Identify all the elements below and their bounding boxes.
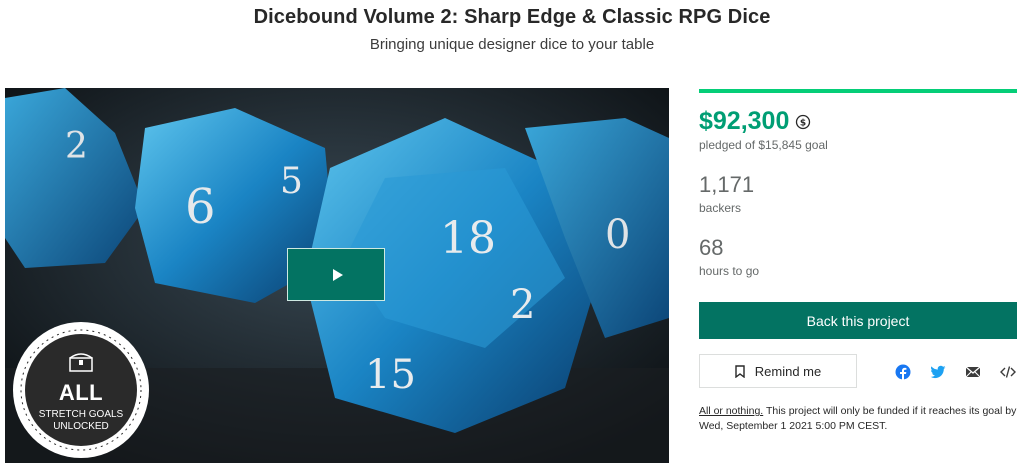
badge-line-2: STRETCH GOALS <box>38 409 124 420</box>
embed-icon[interactable] <box>1000 364 1016 380</box>
svg-text:18: 18 <box>440 213 496 264</box>
svg-text:5: 5 <box>280 161 303 202</box>
remind-me-label: Remind me <box>754 363 822 379</box>
twitter-icon[interactable] <box>930 364 946 380</box>
hours-label: hours to go <box>699 264 760 278</box>
goal-text: pledged of $15,845 goal <box>699 138 828 152</box>
badge-line-3: UNLOCKED <box>53 421 109 432</box>
hours-count: 68 <box>699 235 724 260</box>
pledged-amount: $92,300 $ <box>699 107 811 136</box>
remind-me-button[interactable]: Remind me <box>699 354 857 388</box>
currency-convert-icon[interactable]: $ <box>795 114 811 130</box>
svg-text:2: 2 <box>65 126 88 167</box>
funding-notice: All or nothing. This project will only b… <box>699 404 1019 434</box>
play-icon <box>332 268 343 281</box>
svg-text:$: $ <box>800 118 806 128</box>
pledged-value: $92,300 <box>699 107 790 135</box>
play-button[interactable] <box>287 248 385 301</box>
facebook-icon[interactable] <box>895 364 911 380</box>
all-or-nothing-link[interactable]: All or nothing. <box>699 405 763 417</box>
badge-subtitle: STRETCH GOALS UNLOCKED <box>33 409 129 433</box>
project-video[interactable]: 2 6 5 18 5 2 15 0 ALL STRETCH GOALS <box>5 88 669 463</box>
back-project-button[interactable]: Back this project <box>699 302 1017 339</box>
backers-label: backers <box>699 201 742 215</box>
email-icon[interactable] <box>965 364 981 380</box>
svg-text:6: 6 <box>185 179 216 235</box>
stretch-goals-badge: ALL STRETCH GOALS UNLOCKED <box>11 320 151 460</box>
funding-progress-bar <box>699 89 1017 93</box>
treasure-chest-icon <box>69 353 93 372</box>
project-subtitle: Bringing unique designer dice to your ta… <box>369 36 655 53</box>
svg-text:15: 15 <box>365 352 416 398</box>
bookmark-icon <box>735 364 745 378</box>
svg-text:2: 2 <box>510 282 535 328</box>
badge-title: ALL <box>58 380 104 405</box>
svg-text:0: 0 <box>605 212 630 258</box>
backers-count: 1,171 <box>699 172 755 197</box>
project-title: Dicebound Volume 2: Sharp Edge & Classic… <box>253 6 771 28</box>
